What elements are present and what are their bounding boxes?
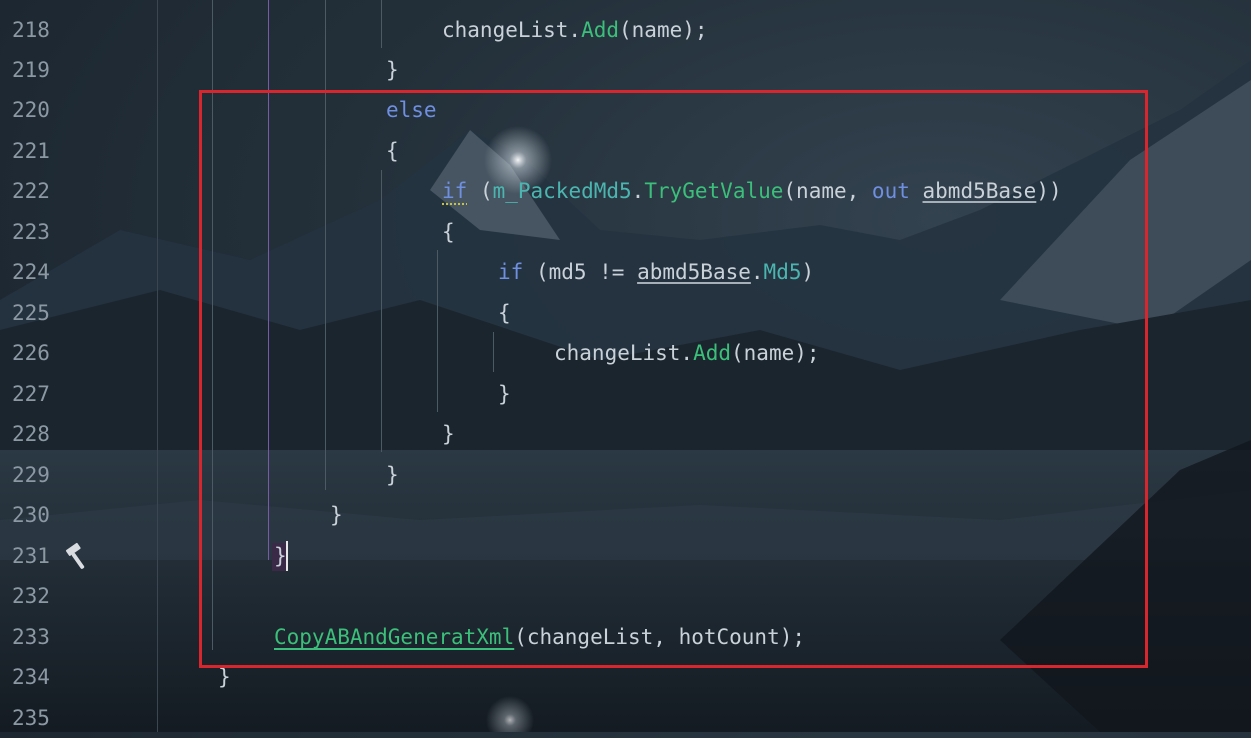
line-number: 219 — [12, 50, 72, 90]
line-number: 223 — [12, 212, 72, 252]
hammer-icon[interactable] — [62, 540, 94, 572]
line-number: 228 — [12, 414, 72, 454]
highlight-box — [199, 90, 1148, 668]
line-number: 229 — [12, 455, 72, 495]
line-number: 232 — [12, 576, 72, 616]
line-number: 226 — [12, 333, 72, 373]
line-number: 230 — [12, 495, 72, 535]
line-number: 221 — [12, 131, 72, 171]
line-number: 220 — [12, 90, 72, 130]
line-number: 225 — [12, 293, 72, 333]
gutter-separator — [157, 0, 158, 732]
indent-guide — [381, 0, 382, 48]
code-line-219: } — [386, 50, 399, 90]
line-number: 227 — [12, 374, 72, 414]
line-number: 218 — [12, 10, 72, 50]
line-number: 234 — [12, 657, 72, 697]
code-line-218: changeList.Add(name); — [442, 10, 708, 50]
line-number: 224 — [12, 252, 72, 292]
line-number: 222 — [12, 171, 72, 211]
line-number: 233 — [12, 617, 72, 657]
line-number: 235 — [12, 698, 72, 738]
